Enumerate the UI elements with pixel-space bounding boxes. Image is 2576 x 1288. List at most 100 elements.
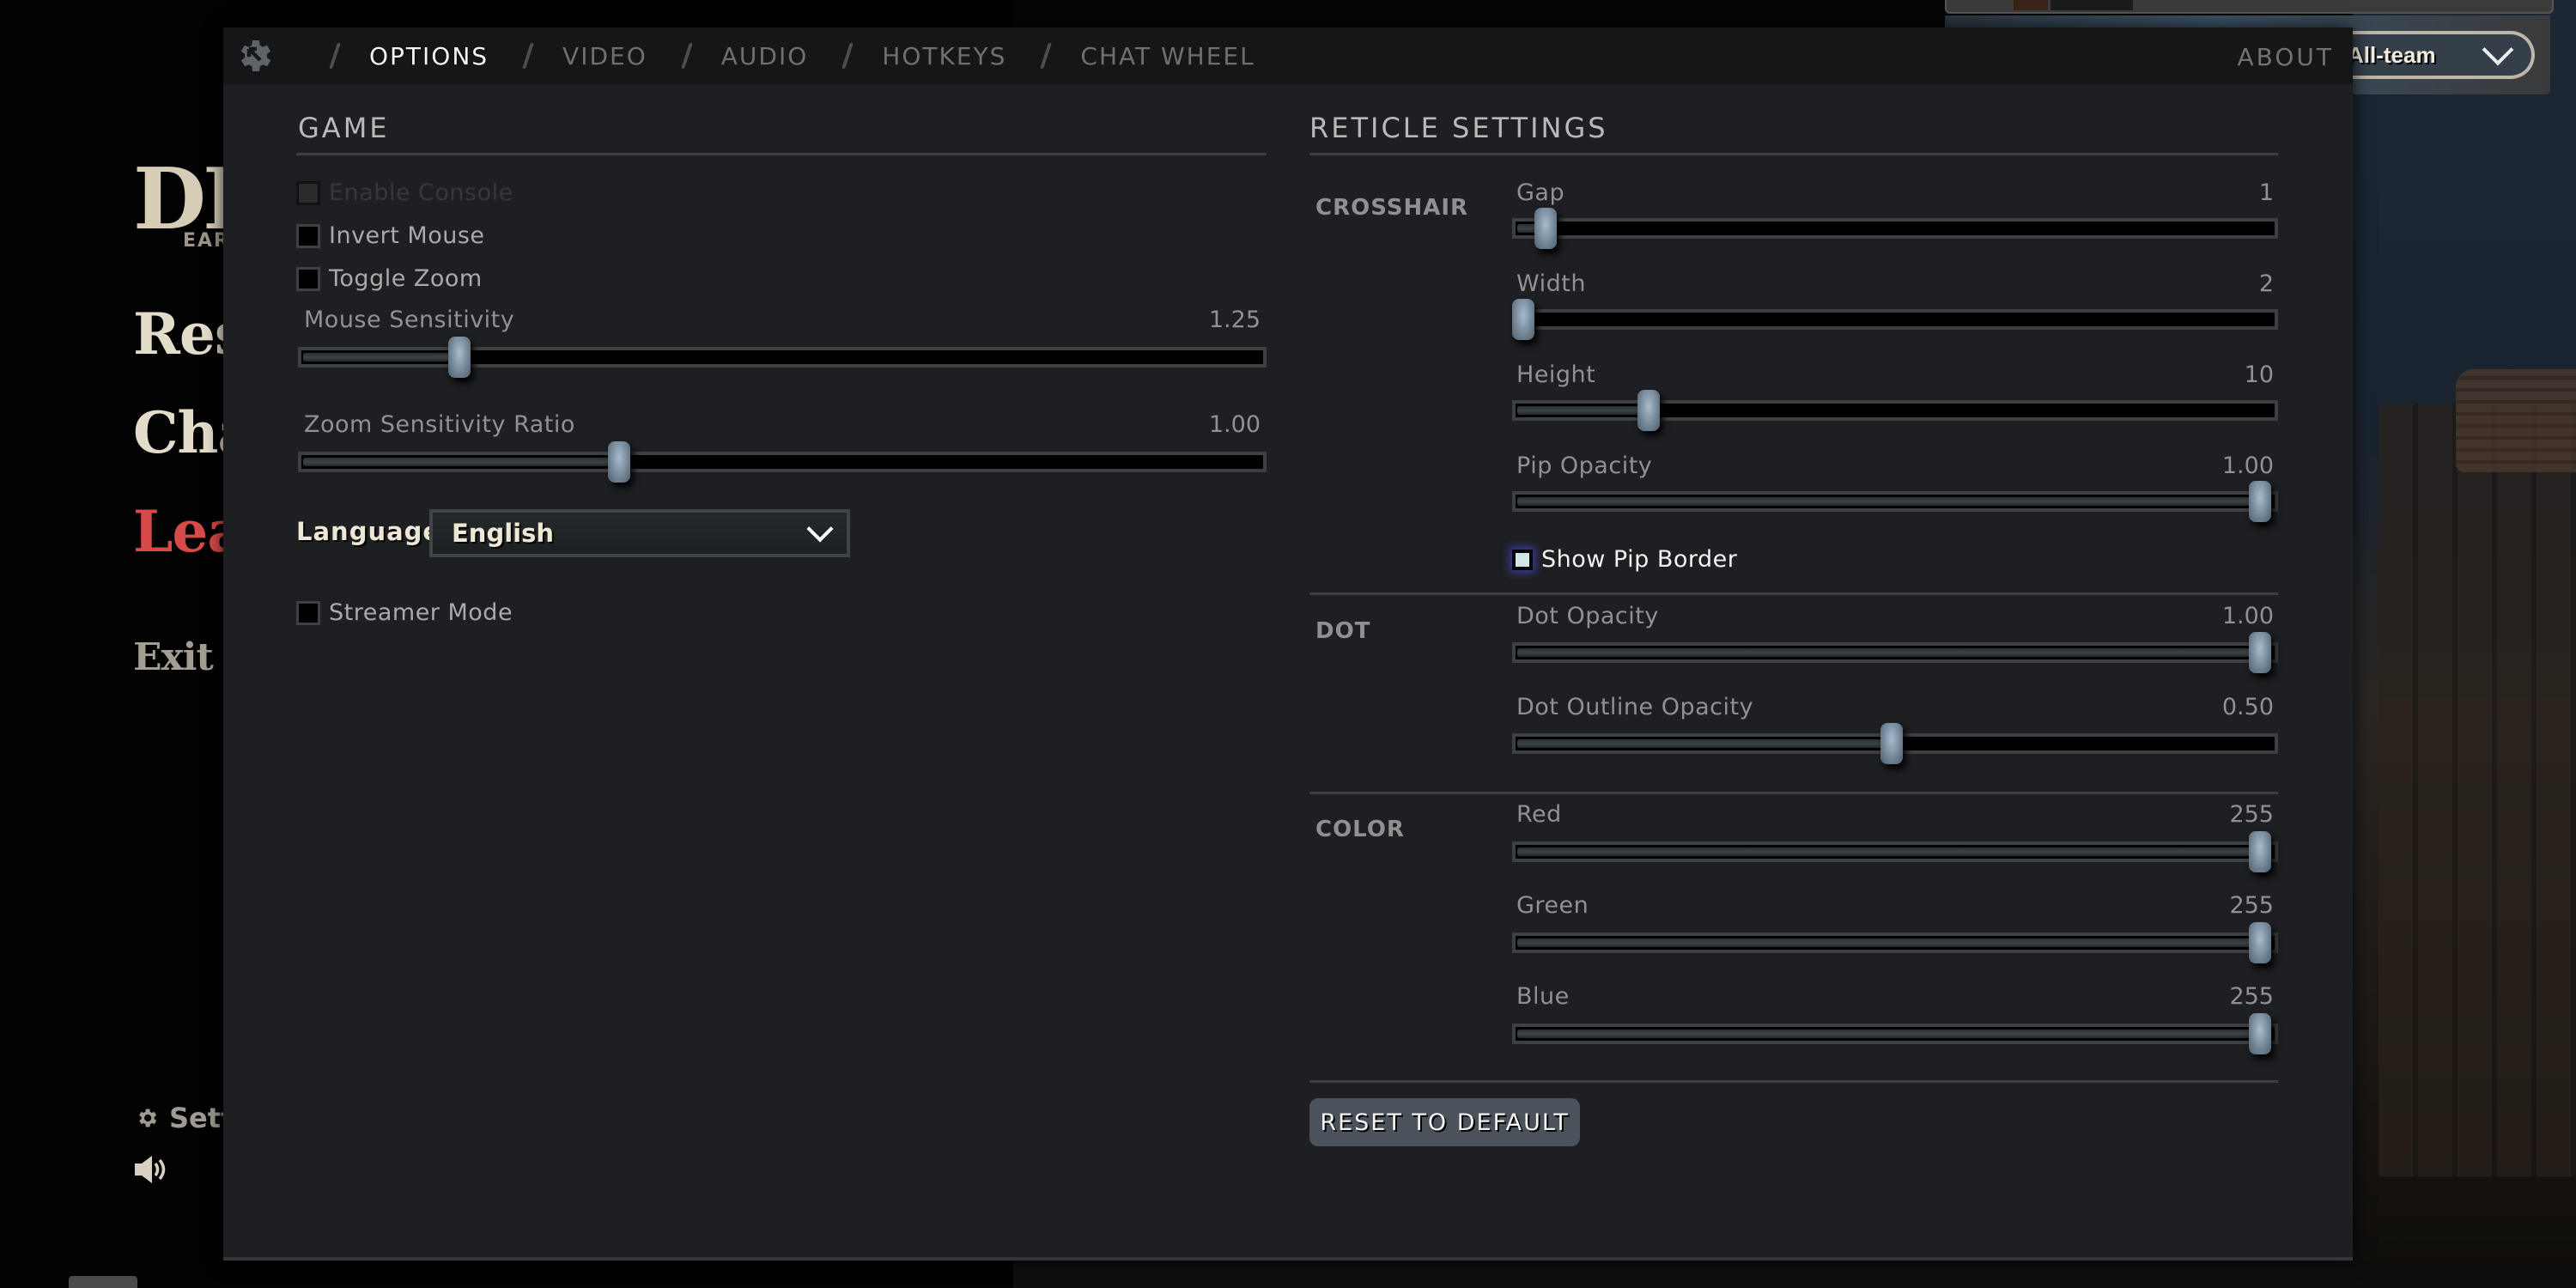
red-slider[interactable] (1512, 831, 2278, 872)
blue-label: Blue (1516, 983, 1570, 1010)
tab-about[interactable]: ABOUT (2237, 43, 2334, 71)
slider-thumb[interactable] (2249, 632, 2271, 673)
reset-divider (1309, 1080, 2278, 1083)
checkbox-label: Show Pip Border (1541, 546, 1738, 573)
background-building (2379, 404, 2576, 1176)
gap-slider[interactable] (1512, 208, 2278, 249)
slider-thumb[interactable] (1512, 299, 1534, 340)
reticle-divider (1309, 153, 2278, 155)
slider-thumb[interactable] (1637, 390, 1660, 431)
pip-opacity-value: 1.00 (2221, 453, 2274, 479)
tab-chat-wheel[interactable]: CHAT WHEEL (1080, 42, 1255, 70)
tab-hotkeys[interactable]: HOTKEYS (882, 42, 1006, 70)
blue-value: 255 (2229, 983, 2274, 1010)
slider-fill (303, 458, 614, 466)
slider-thumb[interactable] (448, 337, 471, 378)
slider-fill (1517, 939, 2254, 947)
slider-fill (1517, 848, 2254, 856)
dot-opacity-slider[interactable] (1512, 632, 2278, 673)
width-value: 2 (2258, 270, 2274, 297)
hero-portrait-slot (2050, 0, 2133, 10)
blue-slider[interactable] (1512, 1013, 2278, 1054)
tab-separator (1040, 43, 1053, 69)
zoom-sensitivity-ratio-value: 1.00 (1208, 411, 1261, 438)
crosshair-group-label: CROSSHAIR (1315, 195, 1469, 221)
gap-label: Gap (1516, 179, 1565, 206)
slider-fill (1517, 739, 1886, 748)
red-value: 255 (2229, 801, 2274, 828)
tab-video[interactable]: VIDEO (562, 42, 647, 70)
tab-separator (329, 43, 341, 69)
green-label: Green (1516, 892, 1589, 919)
tab-separator (841, 43, 854, 69)
gap-value: 1 (2258, 179, 2274, 206)
chat-channel-select[interactable]: All-team (2337, 31, 2535, 79)
checkbox-label: Invert Mouse (329, 222, 485, 249)
zoom-sensitivity-ratio-slider[interactable] (298, 441, 1267, 483)
background-floor (1013, 1261, 2576, 1288)
bottom-tab (69, 1276, 137, 1288)
tab-bar: OPTIONS VIDEO AUDIO HOTKEYS CHAT WHEEL A… (223, 27, 2353, 84)
language-label: Language: (296, 517, 452, 546)
slider-fill (1517, 648, 2254, 657)
language-value: English (452, 519, 555, 548)
checkbox-box (296, 223, 320, 248)
toggle-zoom-checkbox[interactable]: Toggle Zoom (296, 265, 483, 292)
dot-opacity-value: 1.00 (2221, 603, 2274, 629)
width-label: Width (1516, 270, 1586, 297)
checkbox-label: Enable Console (329, 179, 513, 206)
slider-fill (1517, 497, 2254, 506)
mouse-sensitivity-label: Mouse Sensitivity (304, 307, 515, 333)
green-slider[interactable] (1512, 922, 2278, 963)
crosshair-dot-divider (1309, 592, 2278, 595)
tab-options[interactable]: OPTIONS (369, 42, 489, 70)
tab-audio[interactable]: AUDIO (721, 42, 809, 70)
height-slider[interactable] (1512, 390, 2278, 431)
chevron-down-icon (806, 515, 834, 543)
checkbox-box (1512, 549, 1533, 570)
slider-thumb[interactable] (1534, 208, 1557, 249)
tab-separator (522, 43, 534, 69)
background-water-tower (2456, 369, 2576, 472)
reset-to-default-button[interactable]: RESET TO DEFAULT (1309, 1098, 1580, 1146)
show-pip-border-checkbox[interactable]: Show Pip Border (1512, 546, 1737, 573)
tab-separator (680, 43, 693, 69)
hero-portrait (2014, 0, 2048, 10)
dot-outline-opacity-label: Dot Outline Opacity (1516, 694, 1754, 720)
streamer-mode-checkbox[interactable]: Streamer Mode (296, 599, 513, 626)
slider-thumb[interactable] (2249, 1013, 2271, 1054)
mouse-sensitivity-value: 1.25 (1208, 307, 1261, 333)
game-divider (296, 153, 1267, 155)
pip-opacity-slider[interactable] (1512, 481, 2278, 522)
speaker-icon[interactable] (135, 1155, 167, 1188)
zoom-sensitivity-ratio-label: Zoom Sensitivity Ratio (304, 411, 575, 438)
checkbox-label: Streamer Mode (329, 599, 513, 626)
slider-fill (303, 353, 454, 361)
slider-thumb[interactable] (608, 441, 631, 483)
dot-outline-opacity-slider[interactable] (1512, 723, 2278, 764)
mouse-sensitivity-slider[interactable] (298, 337, 1267, 378)
checkbox-box (296, 180, 320, 205)
dot-color-divider (1309, 792, 2278, 794)
enable-console-checkbox[interactable]: Enable Console (296, 179, 513, 206)
checkbox-box (296, 266, 320, 291)
slider-thumb[interactable] (2249, 922, 2271, 963)
game-section-title: GAME (298, 112, 390, 144)
checkbox-box (296, 600, 320, 625)
slider-thumb[interactable] (1880, 723, 1903, 764)
slider-thumb[interactable] (2249, 481, 2271, 522)
slider-thumb[interactable] (2249, 831, 2271, 872)
dot-group-label: DOT (1315, 618, 1371, 644)
green-value: 255 (2229, 892, 2274, 919)
pip-opacity-label: Pip Opacity (1516, 453, 1653, 479)
checkbox-label: Toggle Zoom (329, 265, 483, 292)
gear-icon (139, 1109, 157, 1127)
invert-mouse-checkbox[interactable]: Invert Mouse (296, 222, 485, 249)
red-label: Red (1516, 801, 1562, 828)
language-select[interactable]: English (429, 509, 850, 557)
slider-fill (1517, 406, 1643, 415)
slider-fill (1517, 1030, 2254, 1038)
chat-channel-value: All-team (2348, 41, 2436, 68)
menu-settings-link[interactable]: Sett (135, 1102, 234, 1134)
width-slider[interactable] (1512, 299, 2278, 340)
